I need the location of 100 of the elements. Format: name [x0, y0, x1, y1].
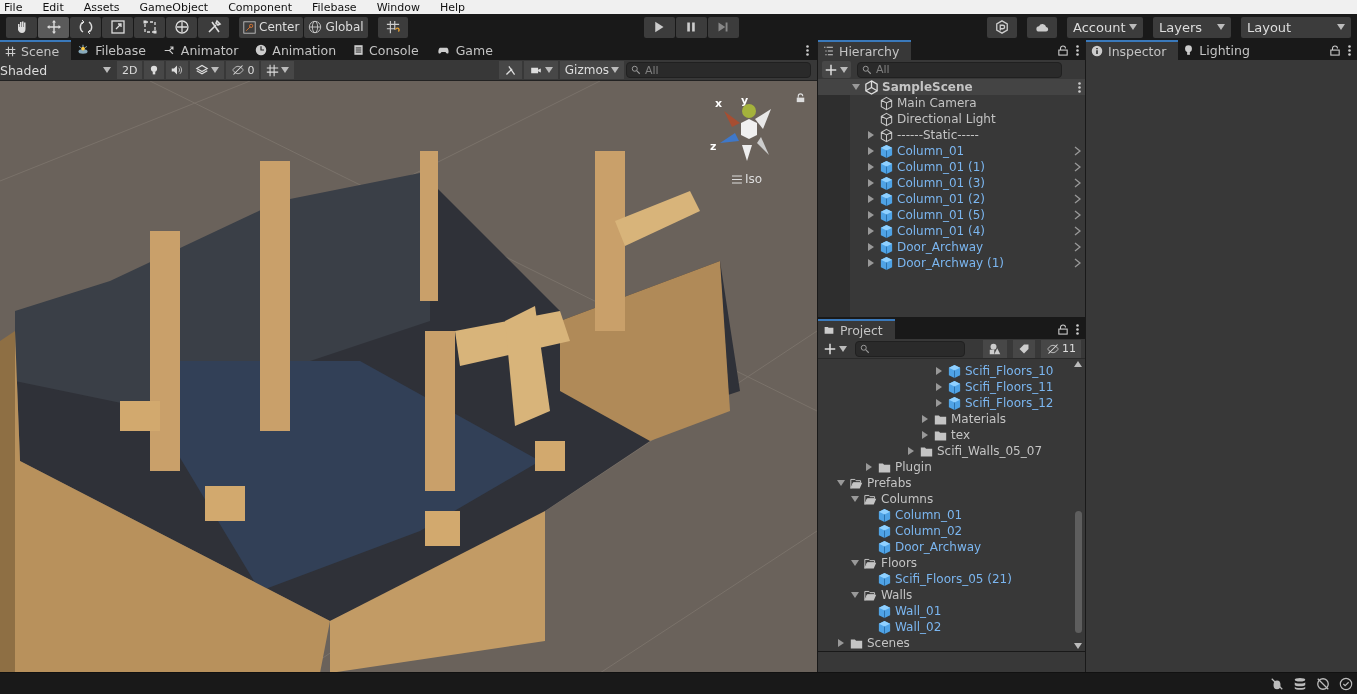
dropdown[interactable]: Layers [1153, 16, 1231, 38]
tree-item[interactable]: Column_01 (5) [897, 208, 986, 222]
collapse-arrow[interactable] [920, 431, 930, 439]
panel-tab[interactable]: Console [348, 40, 431, 60]
camera-dropdown[interactable] [523, 61, 558, 79]
tree-item[interactable]: Materials [951, 412, 1006, 426]
tree-item[interactable]: Main Camera [897, 96, 977, 110]
visibility-toggle[interactable]: 0 [226, 61, 260, 79]
tree-item[interactable]: Directional Light [897, 112, 996, 126]
panel-tab[interactable]: Animation [250, 40, 349, 60]
tree-item[interactable]: Column_01 (3) [897, 176, 986, 190]
expand-arrow[interactable] [836, 479, 846, 487]
tree-item[interactable]: Plugin [895, 460, 932, 474]
scene-viewport[interactable]: x y z Iso [0, 81, 817, 672]
scrollbar[interactable] [1073, 361, 1083, 649]
tree-item[interactable]: Scifi_Floors_10 [965, 364, 1054, 378]
dropdown[interactable]: Layout [1241, 16, 1351, 38]
expand-arrow[interactable] [850, 591, 860, 599]
tree-item[interactable]: Column_01 [895, 508, 963, 522]
collapse-arrow[interactable] [920, 415, 930, 423]
search-field[interactable]: All [626, 62, 811, 78]
snap-button[interactable] [377, 16, 408, 38]
menu-item[interactable]: File [4, 0, 23, 14]
collapse-arrow[interactable] [866, 131, 876, 139]
step-button[interactable] [707, 16, 739, 38]
panel-tab[interactable]: Animator [157, 40, 251, 60]
tool-button[interactable] [38, 16, 69, 38]
search-field[interactable] [855, 340, 965, 357]
panel-tab[interactable]: Scene [0, 40, 72, 60]
tree-item[interactable]: Column_01 (2) [897, 192, 986, 206]
tree-item[interactable]: Scifi_Floors_12 [965, 396, 1054, 410]
menu-item[interactable]: Edit [42, 0, 64, 14]
panel-tab[interactable]: Game [430, 40, 505, 60]
tree-item[interactable]: Scenes [867, 636, 910, 650]
tools-button[interactable] [498, 61, 522, 79]
tree-item[interactable]: tex [951, 428, 970, 442]
collapse-arrow[interactable] [864, 463, 874, 471]
space-button[interactable]: Global [304, 16, 368, 38]
grid-dropdown[interactable] [261, 61, 295, 79]
create-button[interactable] [822, 61, 851, 78]
lighting-toggle[interactable] [144, 61, 165, 79]
tree-item[interactable]: Floors [881, 556, 918, 570]
tree-item[interactable]: Column_01 [897, 144, 965, 158]
tree-item[interactable]: Wall_02 [895, 620, 942, 634]
shading-dropdown[interactable]: Shaded [0, 61, 115, 79]
cloud-button[interactable] [1027, 16, 1057, 38]
pivot-button[interactable]: Center [239, 16, 304, 38]
collapse-arrow[interactable] [866, 259, 876, 267]
expand-arrow[interactable] [851, 83, 861, 91]
tree-item[interactable]: ------Static----- [897, 128, 979, 142]
panel-tab[interactable]: Inspector [1086, 40, 1179, 60]
collapse-arrow[interactable] [866, 211, 876, 219]
pause-button[interactable] [675, 16, 707, 38]
menu-item[interactable]: Assets [83, 0, 120, 14]
tool-button[interactable] [198, 16, 229, 38]
tree-item[interactable]: Column_02 [895, 524, 963, 538]
toggle-2d-button[interactable]: 2D [117, 61, 143, 79]
collapse-arrow[interactable] [866, 179, 876, 187]
menu-item[interactable]: Window [376, 0, 420, 14]
panel-tab[interactable]: Filebase [71, 40, 158, 60]
search-field[interactable]: All [857, 61, 1062, 78]
menu-item[interactable]: Filebase [312, 0, 357, 14]
collapse-arrow[interactable] [906, 447, 916, 455]
tree-item[interactable]: Door_Archway [895, 540, 982, 554]
panel-tab[interactable]: Hierarchy [818, 40, 912, 60]
collapse-arrow[interactable] [866, 147, 876, 155]
tree-item[interactable]: Prefabs [867, 476, 912, 490]
tree-item[interactable]: Scifi_Walls_05_07 [937, 444, 1043, 458]
tool-button[interactable] [134, 16, 165, 38]
tool-button[interactable] [70, 16, 101, 38]
panel-tab[interactable]: Project [818, 319, 895, 339]
collapse-arrow[interactable] [934, 367, 944, 375]
filter-type-button[interactable] [983, 339, 1007, 358]
expand-arrow[interactable] [850, 495, 860, 503]
tool-button[interactable] [6, 16, 37, 38]
dropdown[interactable]: Account [1067, 16, 1143, 38]
projection-toggle[interactable]: Iso [731, 172, 763, 186]
hidden-packages-button[interactable]: 11 [1041, 339, 1081, 358]
tree-item[interactable]: Door_Archway [897, 240, 984, 254]
tree-item[interactable]: Columns [881, 492, 934, 506]
collapse-arrow[interactable] [934, 383, 944, 391]
collapse-arrow[interactable] [836, 639, 846, 647]
tree-item[interactable]: Scifi_Floors_05 (21) [895, 572, 1012, 586]
collapse-arrow[interactable] [866, 243, 876, 251]
gizmos-dropdown[interactable]: Gizmos [559, 61, 624, 79]
panel-tab[interactable]: Lighting [1178, 40, 1262, 60]
tree-item[interactable]: Wall_01 [895, 604, 942, 618]
collapse-arrow[interactable] [866, 195, 876, 203]
play-button[interactable] [643, 16, 675, 38]
tool-button[interactable] [166, 16, 197, 38]
effects-dropdown[interactable] [190, 61, 225, 79]
audio-toggle[interactable] [166, 61, 189, 79]
tool-button[interactable] [102, 16, 133, 38]
menu-item[interactable]: GameObject [139, 0, 209, 14]
tree-item[interactable]: Column_01 (4) [897, 224, 986, 238]
menu-item[interactable]: Help [440, 0, 466, 14]
tree-item[interactable]: Walls [881, 588, 913, 602]
collapse-arrow[interactable] [866, 163, 876, 171]
collapse-arrow[interactable] [866, 227, 876, 235]
tree-item[interactable]: Door_Archway (1) [897, 256, 1005, 270]
